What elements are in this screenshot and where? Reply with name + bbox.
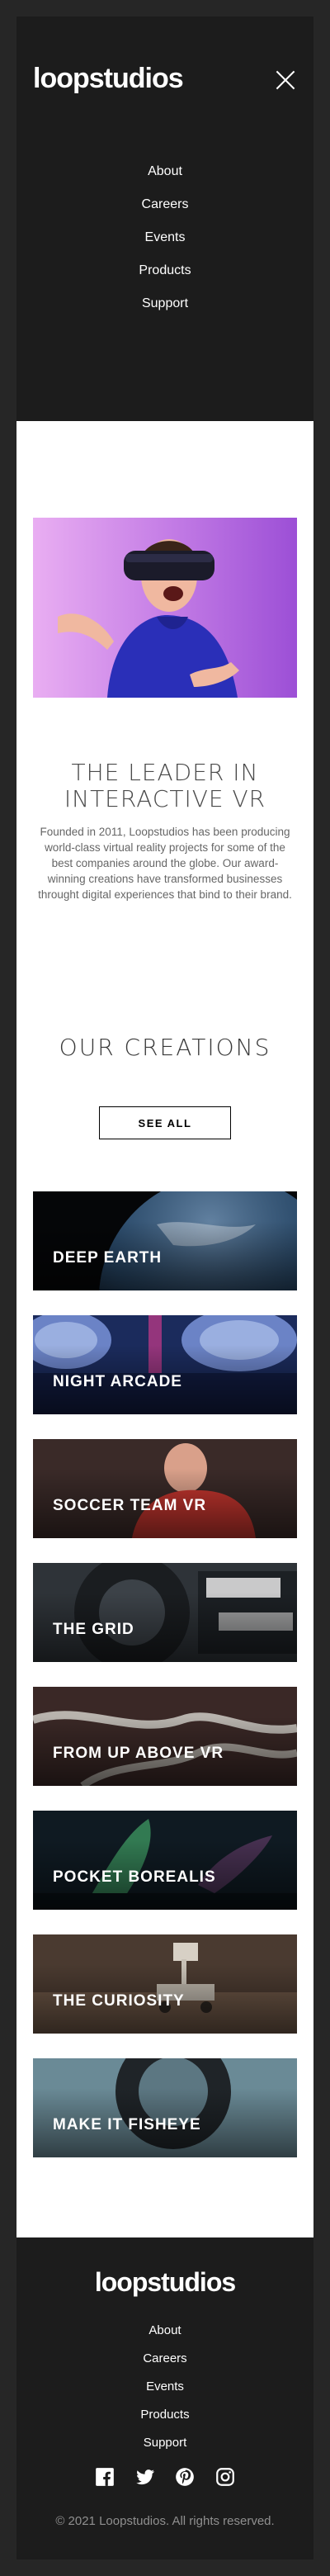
creation-card-label: FROM UP ABOVE VR (53, 1745, 224, 1762)
footer-link-events[interactable]: Events (16, 2379, 314, 2394)
mobile-nav: About Careers Events Products Support (16, 163, 314, 329)
creation-card-make-it-fisheye[interactable]: MAKE IT FISHEYE (33, 2058, 297, 2157)
hero-title: THE LEADER IN INTERACTIVE VR (64, 759, 266, 812)
night-arcade-image (33, 1315, 297, 1414)
pocket-borealis-image (33, 1811, 297, 1910)
facebook-icon[interactable] (94, 2466, 116, 2488)
hero-description: Founded in 2011, Loopstudios has been pr… (38, 826, 292, 901)
twitter-icon[interactable] (134, 2466, 156, 2488)
creation-card-the-grid[interactable]: THE GRID (33, 1563, 297, 1662)
creations-title: OUR CREATIONS (59, 1034, 271, 1061)
footer-link-products[interactable]: Products (16, 2408, 314, 2422)
creation-card-pocket-borealis[interactable]: POCKET BOREALIS (33, 1811, 297, 1910)
creation-card-label: DEEP EARTH (53, 1249, 163, 1267)
creation-card-label: THE GRID (53, 1621, 134, 1638)
nav-link-support[interactable]: Support (16, 296, 314, 312)
creation-card-label: SOCCER TEAM VR (53, 1497, 207, 1514)
deep-earth-image (33, 1191, 297, 1290)
creation-card-deep-earth[interactable]: DEEP EARTH (33, 1191, 297, 1290)
creation-card-soccer-team-vr[interactable]: SOCCER TEAM VR (33, 1439, 297, 1538)
copyright-text: © 2021 Loopstudios. All rights reserved. (55, 2514, 275, 2528)
site-footer: loopstudios About Careers Events Product… (16, 2237, 314, 2559)
site-logo[interactable]: loopstudios (33, 63, 184, 95)
nav-link-careers[interactable]: Careers (16, 197, 314, 213)
close-menu-icon[interactable] (275, 69, 296, 91)
vr-hero-image (33, 518, 297, 698)
see-all-button[interactable]: SEE ALL (99, 1106, 231, 1139)
nav-link-products[interactable]: Products (16, 263, 314, 279)
creation-card-label: POCKET BOREALIS (53, 1868, 216, 1886)
creation-card-from-up-above-vr[interactable]: FROM UP ABOVE VR (33, 1687, 297, 1786)
social-links (16, 2466, 314, 2488)
the-grid-image (33, 1563, 297, 1662)
creation-card-label: THE CURIOSITY (53, 1992, 185, 2010)
from-up-above-vr-image (33, 1687, 297, 1786)
nav-link-about[interactable]: About (16, 163, 314, 180)
footer-link-support[interactable]: Support (16, 2436, 314, 2451)
the-curiosity-image (33, 1934, 297, 2034)
creation-card-the-curiosity[interactable]: THE CURIOSITY (33, 1934, 297, 2034)
nav-link-events[interactable]: Events (16, 230, 314, 246)
creation-card-night-arcade[interactable]: NIGHT ARCADE (33, 1315, 297, 1414)
footer-logo[interactable]: loopstudios (16, 2267, 314, 2298)
footer-nav: About Careers Events Products Support (16, 2323, 314, 2464)
footer-link-careers[interactable]: Careers (16, 2351, 314, 2366)
creation-card-label: MAKE IT FISHEYE (53, 2116, 201, 2133)
footer-link-about[interactable]: About (16, 2323, 314, 2338)
page-frame: loopstudios About Careers Events Product… (16, 17, 314, 2559)
site-header: loopstudios About Careers Events Product… (16, 17, 314, 421)
creation-card-label: NIGHT ARCADE (53, 1373, 182, 1390)
make-it-fisheye-image (33, 2058, 297, 2157)
pinterest-icon[interactable] (174, 2466, 196, 2488)
soccer-team-vr-image (33, 1439, 297, 1538)
main-content: THE LEADER IN INTERACTIVE VR Founded in … (16, 421, 314, 2237)
instagram-icon[interactable] (214, 2466, 236, 2488)
